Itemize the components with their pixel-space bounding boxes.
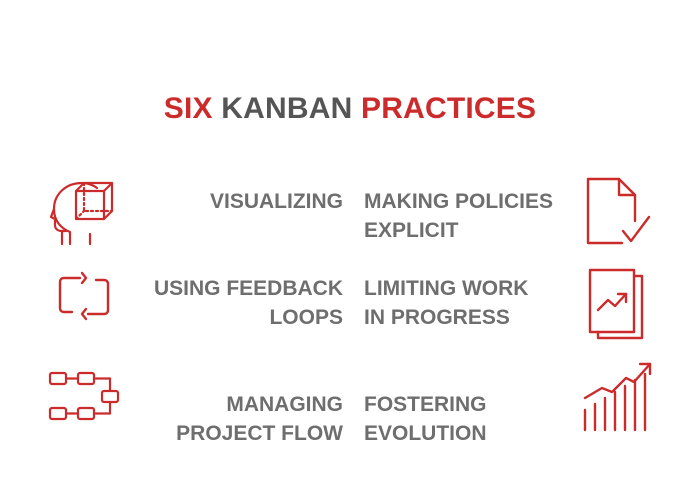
practice-visualizing-line1: VISUALIZING — [209, 190, 343, 213]
practice-limiting-wip-line2: IN PROGRESS — [364, 306, 510, 329]
document-check-icon — [585, 177, 651, 245]
practice-feedback-label: USING FEEDBACK LOOPS — [154, 274, 343, 332]
practice-making-policies-label: MAKING POLICIES EXPLICIT — [364, 187, 553, 245]
head-cube-icon — [49, 180, 116, 246]
practice-fostering-evolution-line2: EVOLUTION — [364, 422, 487, 445]
title-word-kanban: KANBAN — [221, 92, 353, 125]
practice-managing-flow-line1: MANAGING — [226, 393, 343, 416]
practice-feedback-line2: LOOPS — [269, 306, 343, 329]
title-word-six: SIX — [163, 92, 213, 125]
practice-visualizing-label: VISUALIZING — [210, 187, 343, 216]
chart-report-icon — [588, 268, 646, 340]
growth-bars-icon — [582, 360, 654, 432]
page-title: SIX KANBAN PRACTICES — [0, 92, 700, 126]
title-word-practices: PRACTICES — [361, 92, 537, 125]
practice-fostering-evolution-label: FOSTERING EVOLUTION — [364, 390, 487, 448]
practice-limiting-wip-line1: LIMITING WORK — [364, 277, 529, 300]
feedback-loop-icon — [58, 270, 110, 322]
practice-feedback-line1: USING FEEDBACK — [153, 277, 343, 300]
practice-managing-flow-line2: PROJECT FLOW — [176, 422, 343, 445]
practice-limiting-wip-label: LIMITING WORK IN PROGRESS — [364, 274, 528, 332]
practice-fostering-evolution-line1: FOSTERING — [364, 393, 487, 416]
practice-making-policies-line1: MAKING POLICIES — [364, 190, 554, 213]
flow-diagram-icon — [48, 368, 120, 424]
practice-making-policies-line2: EXPLICIT — [364, 219, 459, 242]
practice-managing-flow-label: MANAGING PROJECT FLOW — [176, 390, 343, 448]
